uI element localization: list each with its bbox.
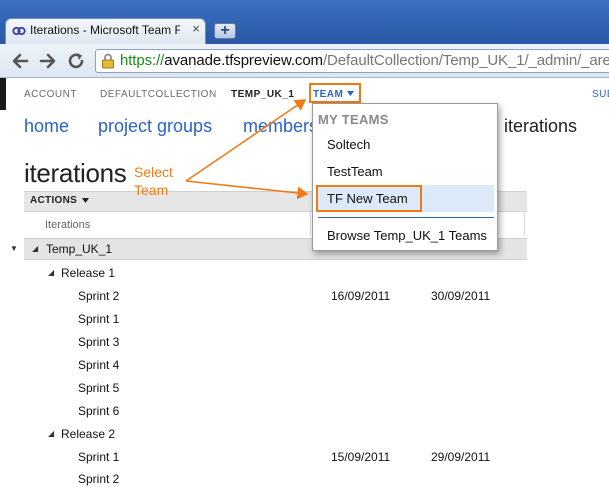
sprint-end-date: 30/09/2011 bbox=[431, 289, 491, 303]
team-foundation-icon bbox=[12, 26, 26, 36]
selection-highlight-box bbox=[316, 185, 422, 212]
url-host: avanade.tfspreview.com bbox=[164, 52, 323, 69]
sprint-end-date: 29/09/2011 bbox=[431, 450, 491, 464]
tree-node-release[interactable]: Release 1 bbox=[61, 266, 115, 280]
tree-node-release[interactable]: Release 2 bbox=[61, 427, 115, 441]
tree-node-sprint[interactable]: Sprint 3 bbox=[78, 335, 119, 349]
column-divider bbox=[524, 212, 525, 236]
tree-node-sprint[interactable]: Sprint 6 bbox=[78, 404, 119, 418]
collapse-triangle-icon[interactable]: ◢ bbox=[32, 244, 38, 253]
tree-node-sprint[interactable]: Sprint 1 bbox=[78, 312, 119, 326]
dropdown-item-testteam[interactable]: TestTeam bbox=[327, 164, 383, 179]
breadcrumb-project[interactable]: TEMP_UK_1 bbox=[231, 89, 294, 100]
nav-home[interactable]: home bbox=[24, 116, 69, 137]
chevron-down-icon bbox=[82, 198, 89, 203]
lock-icon bbox=[102, 53, 114, 69]
dropdown-item-soltech[interactable]: Soltech bbox=[327, 137, 370, 152]
annotation-callout: Select Team bbox=[134, 163, 173, 199]
sprint-start-date: 15/09/2011 bbox=[331, 450, 391, 464]
tree-node-sprint[interactable]: Sprint 5 bbox=[78, 381, 119, 395]
forward-arrow-icon[interactable] bbox=[38, 51, 58, 71]
page-title: iterations bbox=[24, 158, 127, 188]
column-header-iterations[interactable]: Iterations bbox=[45, 219, 90, 231]
sprint-start-date: 16/09/2011 bbox=[331, 289, 391, 303]
back-arrow-icon[interactable] bbox=[10, 51, 30, 71]
tab-close-icon[interactable]: × bbox=[190, 22, 202, 36]
tree-node-sprint[interactable]: Sprint 2 bbox=[78, 472, 119, 486]
url-scheme: https:// bbox=[120, 52, 165, 69]
tree-node-sprint[interactable]: Sprint 1 bbox=[78, 450, 119, 464]
collapse-triangle-icon[interactable]: ◢ bbox=[48, 429, 54, 438]
breadcrumb-account[interactable]: ACCOUNT bbox=[24, 89, 77, 100]
tree-node-root[interactable]: Temp_UK_1 bbox=[46, 242, 112, 256]
tree-node-sprint[interactable]: Sprint 2 bbox=[78, 289, 119, 303]
annotation-line: Team bbox=[134, 182, 169, 198]
dropdown-item-browse-teams[interactable]: Browse Temp_UK_1 Teams bbox=[327, 228, 487, 243]
plus-icon: + bbox=[220, 22, 230, 39]
tree-node-sprint[interactable]: Sprint 4 bbox=[78, 358, 119, 372]
collapse-triangle-icon[interactable]: ◢ bbox=[48, 268, 54, 277]
column-divider bbox=[310, 212, 311, 236]
nav-iterations[interactable]: iterations bbox=[504, 116, 577, 137]
actions-menu-button[interactable]: ACTIONS bbox=[30, 195, 77, 206]
nav-project-groups[interactable]: project groups bbox=[98, 116, 212, 137]
dropdown-divider bbox=[318, 217, 494, 218]
browser-tab-title: Iterations - Microsoft Team Fo bbox=[30, 23, 180, 37]
address-url[interactable]: https://avanade.tfspreview.com/DefaultCo… bbox=[120, 52, 609, 70]
nav-members[interactable]: members bbox=[243, 116, 318, 137]
reload-icon[interactable] bbox=[66, 51, 86, 71]
annotation-line: Select bbox=[134, 164, 173, 180]
row-pointer-icon: ▼ bbox=[10, 244, 18, 253]
dropdown-header: MY TEAMS bbox=[318, 112, 389, 127]
team-menu-button[interactable]: TEAM bbox=[313, 89, 343, 100]
chevron-down-icon bbox=[347, 91, 354, 96]
breadcrumb-bar bbox=[0, 78, 609, 110]
url-path: /DefaultCollection/Temp_UK_1/_admin/_are… bbox=[322, 52, 609, 69]
breadcrumb-collection[interactable]: DEFAULTCOLLECTION bbox=[100, 89, 217, 100]
subscriptions-link[interactable]: SUB bbox=[592, 89, 609, 100]
new-tab-button[interactable]: + bbox=[214, 22, 236, 39]
